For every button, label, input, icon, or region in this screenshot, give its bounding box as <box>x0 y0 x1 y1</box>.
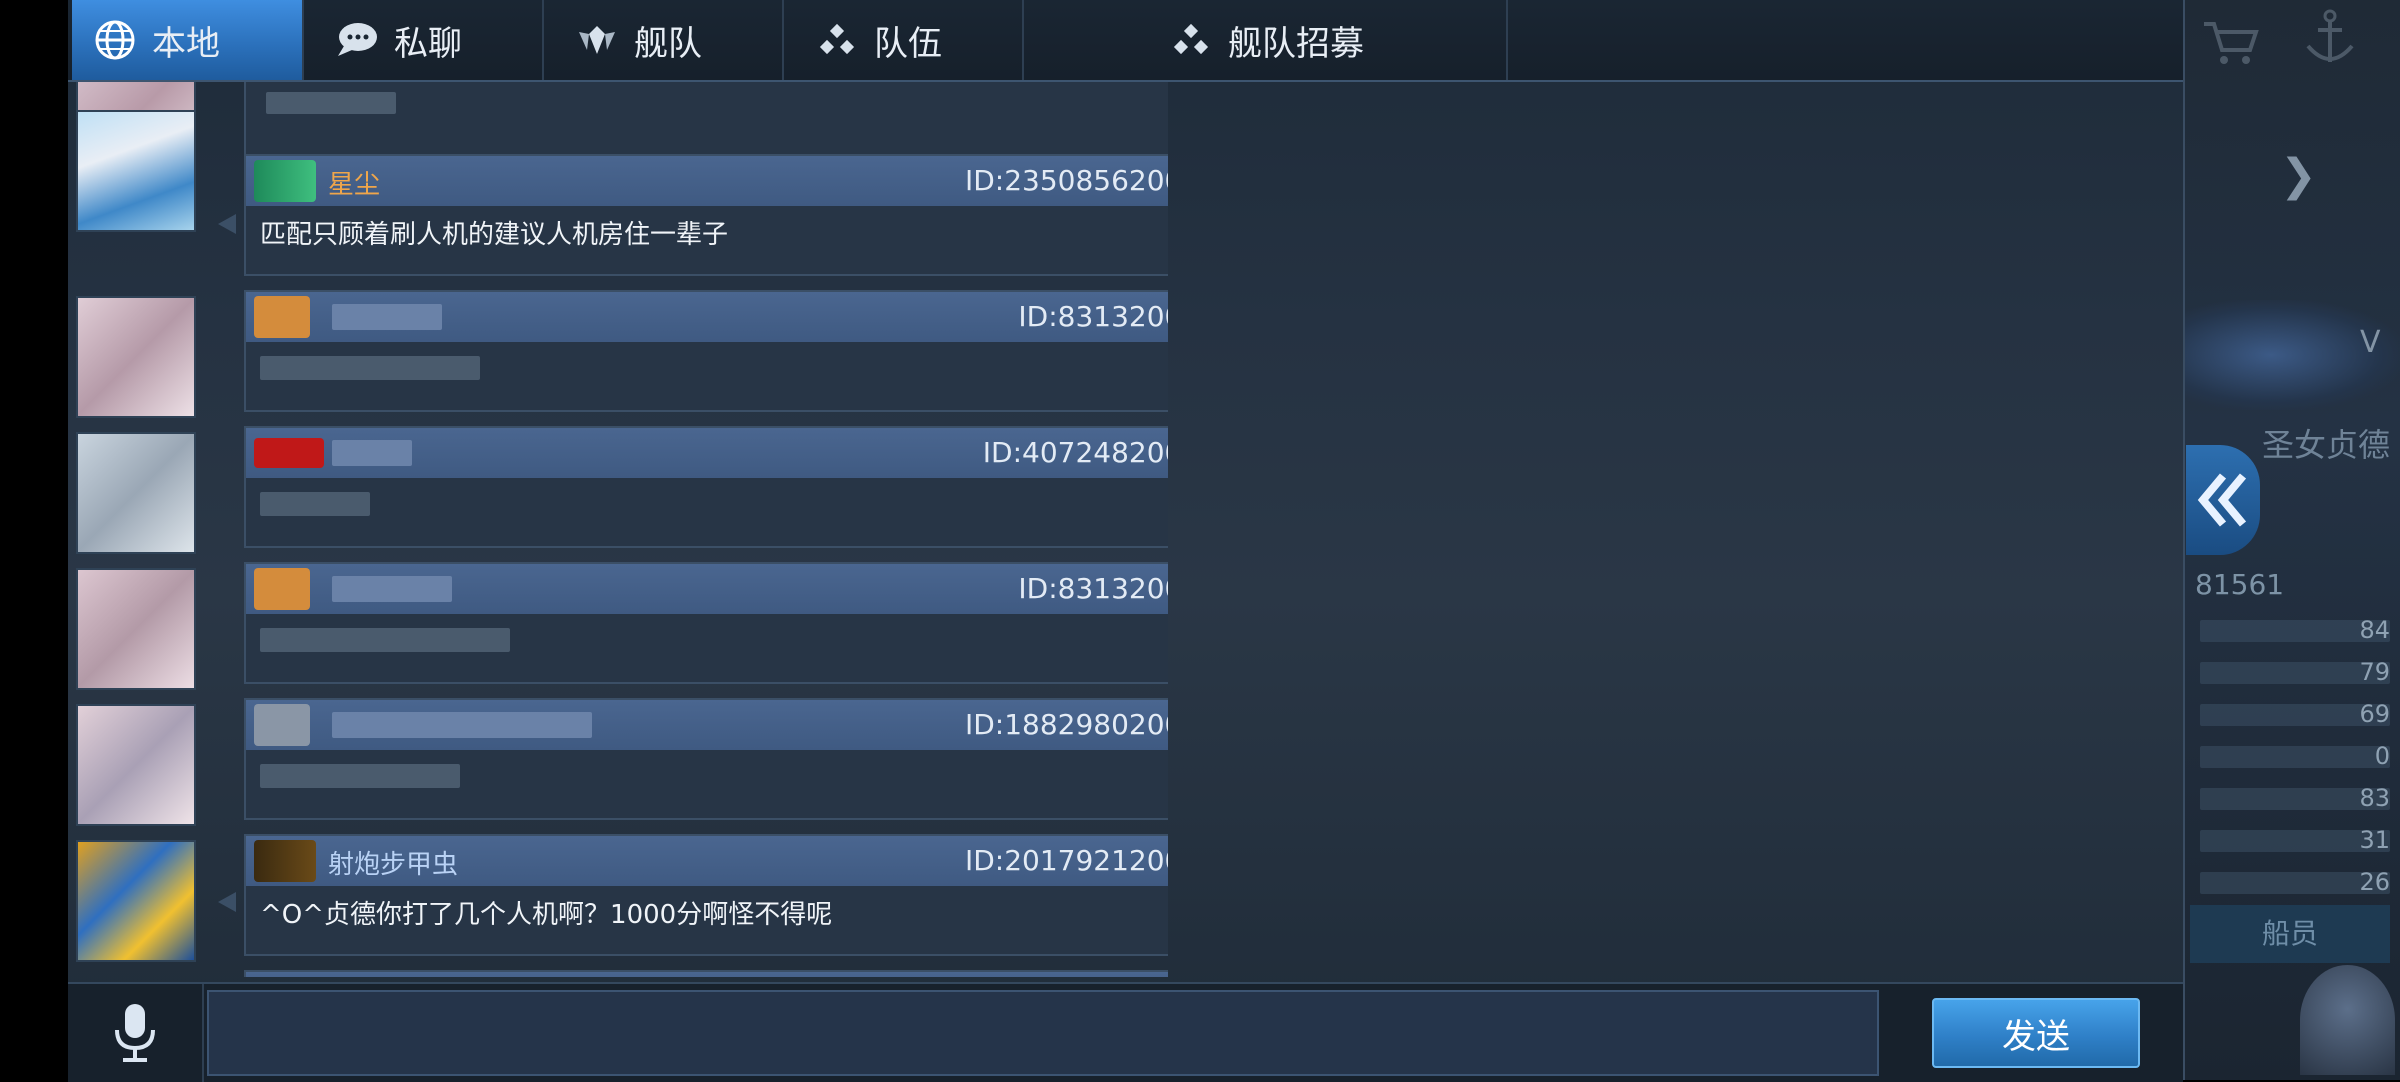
chat-message-input[interactable] <box>207 990 1879 1076</box>
tab-label: 本地 <box>152 23 220 64</box>
bubble-pointer <box>218 892 236 912</box>
stat-value: 26 <box>2359 868 2390 896</box>
obscured-name <box>332 440 412 466</box>
message-text: ^O^贞德你打了几个人机啊？1000分啊怪不得呢 <box>260 900 833 930</box>
player-badge <box>254 438 324 468</box>
player-id: 81561 <box>2195 568 2285 601</box>
stat-value: 83 <box>2359 784 2390 812</box>
list-item[interactable]: 射炮步甲虫 ID:201792120006 ^O^贞德你打了几个人机啊？1000… <box>244 834 1168 956</box>
list-item[interactable]: ID:831320002 <box>244 562 1168 684</box>
tab-label: 队伍 <box>874 23 942 64</box>
fortune-badge-icon <box>254 840 316 882</box>
stat-bar <box>2200 746 2390 768</box>
tab-local[interactable]: 本地 <box>72 0 304 80</box>
sender-id: ID:831320002 <box>1018 300 1168 333</box>
obscured-text <box>266 92 396 114</box>
avatar[interactable] <box>76 568 196 690</box>
fleet-emblem-icon <box>572 15 622 65</box>
list-item[interactable]: ID:188298020004 <box>244 698 1168 820</box>
team-dots-icon <box>812 15 862 65</box>
message-header: 星尘 ID:235085620005 <box>246 156 1168 206</box>
captain-avatar[interactable] <box>2300 965 2395 1075</box>
sender-id: ID:40724820001 <box>982 436 1168 469</box>
tab-label: 舰队 <box>634 23 702 64</box>
microphone-icon <box>115 1004 155 1062</box>
stat-value: 31 <box>2359 826 2390 854</box>
ship-name: 圣女贞德 <box>2262 426 2391 464</box>
sender-name[interactable]: 射炮步甲虫 <box>328 844 458 881</box>
obscured-name <box>332 712 592 738</box>
chat-bubble-icon <box>332 15 382 65</box>
anchor-icon[interactable] <box>2300 8 2360 68</box>
obscured-text <box>260 628 510 652</box>
sender-id: ID:235085620005 <box>964 164 1168 197</box>
stat-value: 84 <box>2359 616 2390 644</box>
v-label: V <box>2360 325 2381 360</box>
crew-button[interactable]: 船员 <box>2190 905 2390 963</box>
player-badge <box>254 568 310 610</box>
collapse-chat-button[interactable] <box>2186 445 2260 555</box>
sender-id: ID:201792120006 <box>964 844 1168 877</box>
message-header: ID:831320002 <box>246 292 1168 342</box>
obscured-text <box>260 356 480 380</box>
tab-team[interactable]: 队伍 <box>784 0 1024 80</box>
voice-button[interactable] <box>68 984 204 1082</box>
tab-label: 舰队招募 <box>1228 23 1364 64</box>
obscured-name <box>332 304 442 330</box>
message-text: 匹配只顾着刷人机的建议人机房住一辈子 <box>260 220 729 250</box>
list-item[interactable]: ID:831320002 <box>244 290 1168 412</box>
message-header: 射炮步甲虫 ID:201792120006 <box>246 836 1168 886</box>
sender-name[interactable]: 星尘 <box>328 164 380 201</box>
avatar[interactable] <box>76 296 196 418</box>
chat-tab-bar: 本地 私聊 舰队 队伍 舰队招募 <box>68 0 2183 82</box>
list-item[interactable]: ID:40724820001 <box>244 426 1168 548</box>
tab-label: 私聊 <box>394 23 462 64</box>
stat-value: 69 <box>2359 700 2390 728</box>
list-item[interactable]: 星尘 ID:235085620005 匹配只顾着刷人机的建议人机房住一辈子 <box>244 154 1168 276</box>
player-badge <box>254 296 310 338</box>
message-header: ID:831320002 <box>246 564 1168 614</box>
send-button[interactable]: 发送 <box>1932 998 2140 1068</box>
list-item[interactable] <box>244 970 1168 977</box>
obscured-name <box>332 576 452 602</box>
tab-private-chat[interactable]: 私聊 <box>304 0 544 80</box>
avatar[interactable] <box>76 432 196 554</box>
avatar[interactable] <box>76 110 196 232</box>
globe-icon <box>90 15 140 65</box>
message-header <box>246 972 1168 977</box>
sender-id: ID:831320002 <box>1018 572 1168 605</box>
obscured-text <box>260 764 460 788</box>
team-dots-icon <box>1166 15 1216 65</box>
player-badge <box>254 704 310 746</box>
obscured-text <box>260 492 370 516</box>
chat-input-bar: 发送 <box>68 982 2183 1082</box>
tab-fleet[interactable]: 舰队 <box>544 0 784 80</box>
double-chevron-left-icon <box>2197 473 2247 527</box>
avatar[interactable] <box>76 704 196 826</box>
player-badge <box>254 160 316 202</box>
stat-value: 79 <box>2359 658 2390 686</box>
shop-cart-icon[interactable] <box>2200 18 2260 68</box>
chevron-right-icon[interactable]: ❯ <box>2280 150 2317 201</box>
tab-fleet-recruit[interactable]: 舰队招募 <box>1024 0 1508 80</box>
message-list[interactable]: 星尘 ID:235085620005 匹配只顾着刷人机的建议人机房住一辈子 ID… <box>68 82 1168 977</box>
message-header: ID:40724820001 <box>246 428 1168 478</box>
message-header: ID:188298020004 <box>246 700 1168 750</box>
sender-id: ID:188298020004 <box>964 708 1168 741</box>
bubble-pointer <box>218 214 236 234</box>
avatar[interactable] <box>76 840 196 962</box>
stat-value: 0 <box>2374 742 2390 770</box>
